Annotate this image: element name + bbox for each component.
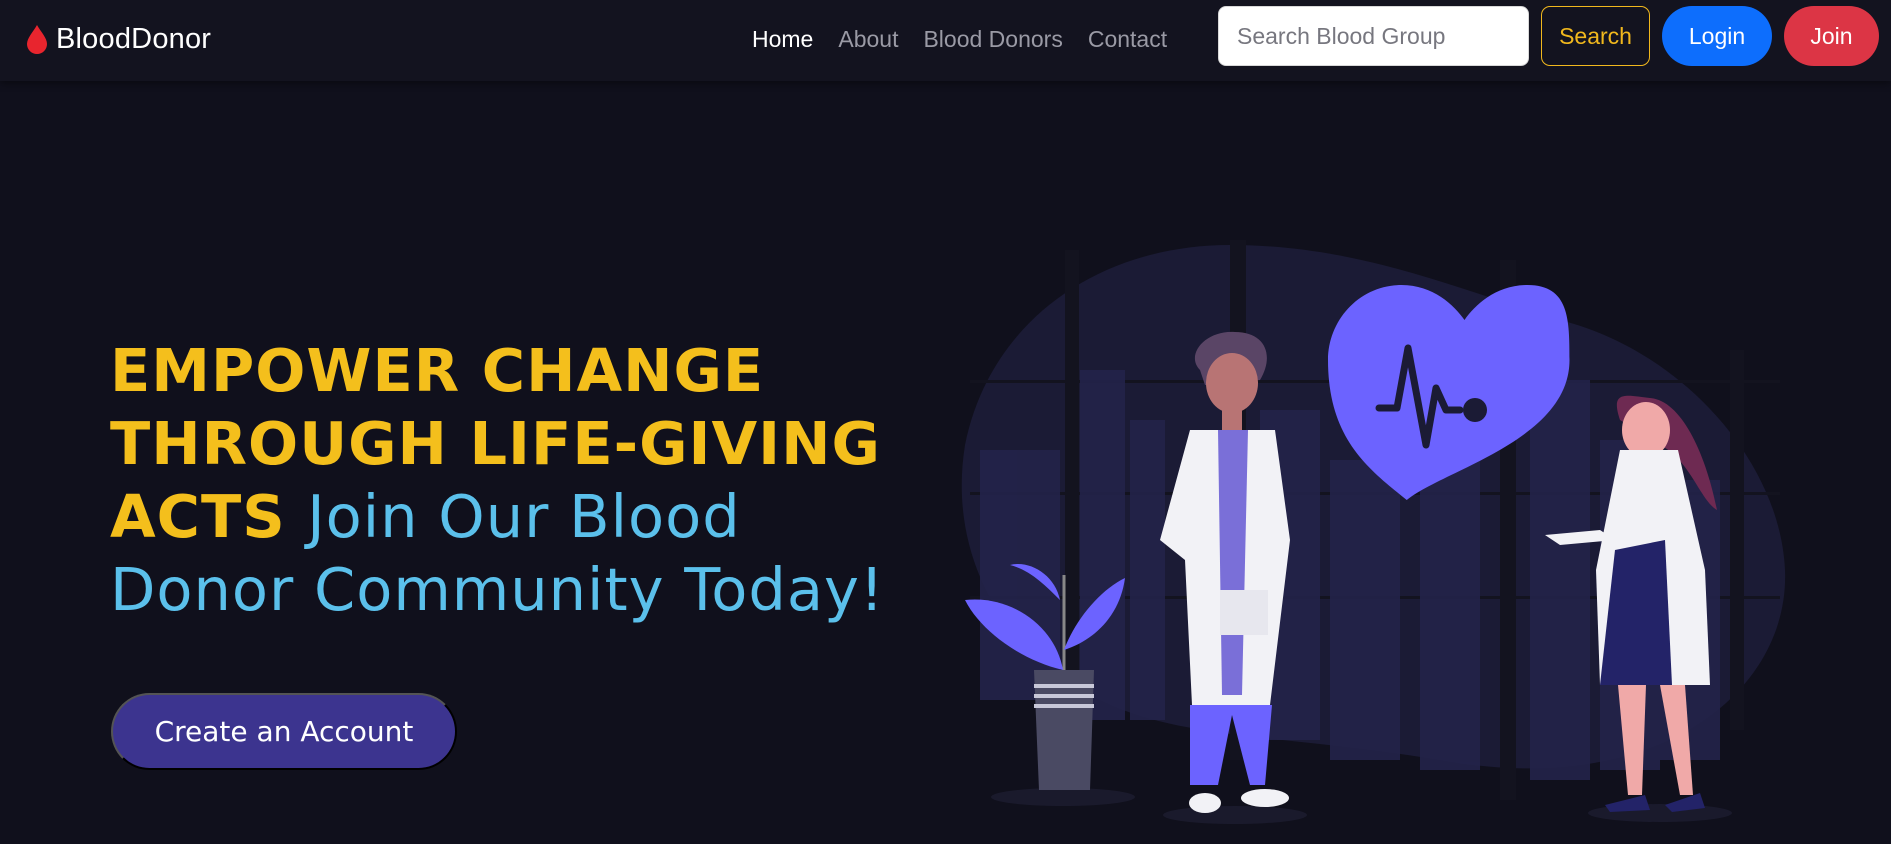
login-button[interactable]: Login — [1662, 6, 1772, 66]
heartbeat-dot — [1463, 398, 1487, 422]
search-button[interactable]: Search — [1541, 6, 1650, 66]
doctors-heartbeat-illustration — [961, 240, 1786, 824]
brand-name: BloodDonor — [56, 22, 212, 55]
hero-heading-line-3: ACTS Join Our Blood — [110, 480, 930, 553]
search-input[interactable] — [1218, 6, 1529, 66]
hero-heading: EMPOWER CHANGE THROUGH LIFE-GIVING ACTS … — [110, 334, 930, 626]
nav-link-blood-donors[interactable]: Blood Donors — [923, 26, 1062, 53]
nav-link-about[interactable]: About — [838, 26, 898, 53]
create-account-button[interactable]: Create an Account — [111, 693, 457, 770]
brand-logo[interactable]: BloodDonor — [26, 19, 211, 59]
hero-heading-line-1: EMPOWER CHANGE — [110, 336, 765, 405]
hero-heading-join: Join Our Blood — [307, 482, 741, 551]
join-button[interactable]: Join — [1784, 6, 1879, 66]
nav-link-contact[interactable]: Contact — [1088, 26, 1167, 53]
hero-heading-line-4: Donor Community Today! — [110, 555, 885, 624]
nav-link-home[interactable]: Home — [752, 26, 813, 53]
blood-drop-icon — [27, 25, 47, 54]
main-nav: Home About Blood Donors Contact — [752, 22, 1192, 56]
hero-heading-acts: ACTS — [110, 482, 286, 551]
navbar: BloodDonor Home About Blood Donors Conta… — [0, 0, 1891, 81]
hero-heading-line-2: THROUGH LIFE-GIVING — [110, 409, 881, 478]
